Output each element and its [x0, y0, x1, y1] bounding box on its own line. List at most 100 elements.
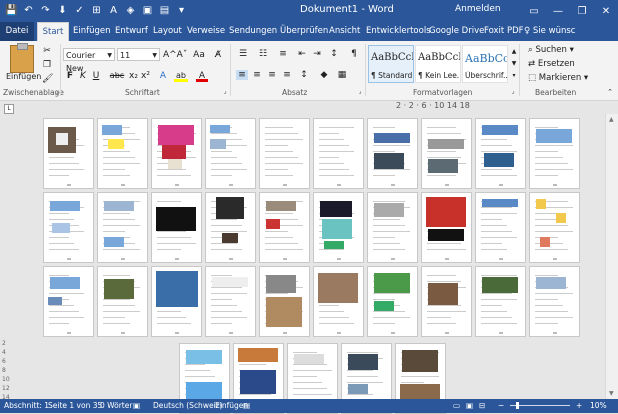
maximize-button[interactable]: ❐: [570, 0, 594, 22]
style-no-spacing[interactable]: AaBbCcD ¶ Kein Lee...: [415, 45, 461, 83]
show-formatting-icon[interactable]: ¶: [348, 49, 360, 59]
page-thumbnail[interactable]: [259, 266, 310, 337]
copy-icon[interactable]: ❐: [42, 60, 52, 70]
styles-launcher-icon[interactable]: ⌟: [508, 87, 518, 97]
page-thumbnail[interactable]: [367, 118, 418, 189]
page-thumbnail[interactable]: [205, 266, 256, 337]
superscript-button[interactable]: x²: [140, 70, 151, 82]
insert-icon[interactable]: ⊞: [89, 3, 104, 18]
page-thumbnail[interactable]: [151, 118, 202, 189]
page-thumbnail[interactable]: [43, 118, 94, 189]
align-left-icon[interactable]: ≡: [236, 70, 248, 80]
replace-button[interactable]: ⇄ Ersetzen: [528, 59, 575, 69]
page-thumbnail[interactable]: [97, 192, 148, 263]
font-size-combo[interactable]: 11 ▼: [117, 48, 160, 61]
vertical-scrollbar[interactable]: ▲ ▼: [605, 114, 618, 399]
italic-button[interactable]: K: [78, 70, 88, 82]
tab-view[interactable]: Ansicht: [329, 22, 360, 41]
page-thumbnail[interactable]: [259, 118, 310, 189]
page-thumbnail[interactable]: [421, 266, 472, 337]
zoom-level[interactable]: 10%: [590, 399, 607, 413]
web-layout-icon[interactable]: ⊟: [479, 399, 485, 413]
customize-qat-icon[interactable]: ▾: [174, 3, 189, 18]
decrease-indent-icon[interactable]: ⇤: [296, 49, 308, 59]
numbering-icon[interactable]: ☷: [256, 49, 270, 59]
clear-format-button[interactable]: A̸: [212, 49, 224, 61]
proofing-icon[interactable]: ▣: [133, 399, 140, 413]
close-button[interactable]: ✕: [594, 0, 618, 22]
page-thumbnail[interactable]: [151, 192, 202, 263]
collapse-ribbon-icon[interactable]: ⌃: [605, 87, 615, 97]
tell-me-search[interactable]: ♀ Sie wünsc: [524, 22, 575, 41]
image-icon[interactable]: ▣: [140, 3, 155, 18]
strikethrough-button[interactable]: abc: [108, 70, 126, 82]
tab-insert[interactable]: Einfügen: [73, 22, 111, 41]
page-thumbnail[interactable]: [367, 266, 418, 337]
bullets-icon[interactable]: ☰: [236, 49, 250, 59]
status-section[interactable]: Abschnitt: 1: [4, 399, 49, 413]
find-button[interactable]: ⌕ Suchen ▾: [528, 45, 574, 55]
tab-start[interactable]: Start: [37, 22, 69, 42]
zoom-slider[interactable]: [510, 402, 570, 409]
page-thumbnail[interactable]: [313, 118, 364, 189]
tab-design[interactable]: Entwurf: [115, 22, 148, 41]
paint-icon[interactable]: ◈: [123, 3, 138, 18]
multilevel-list-icon[interactable]: ≡: [276, 49, 290, 59]
borders-icon[interactable]: ▦: [336, 70, 348, 80]
tab-mailings[interactable]: Sendungen: [229, 22, 277, 41]
change-case-button[interactable]: Aa: [192, 49, 206, 61]
line-spacing-icon[interactable]: ↕: [298, 70, 310, 80]
page-thumbnail[interactable]: [367, 192, 418, 263]
zoom-slider-thumb[interactable]: [516, 402, 519, 409]
styles-scroll-down-icon[interactable]: ▼: [509, 59, 519, 69]
page-thumbnail[interactable]: [97, 266, 148, 337]
tab-layout[interactable]: Layout: [153, 22, 182, 41]
style-standard[interactable]: AaBbCcD ¶ Standard: [368, 45, 414, 83]
scroll-up-icon[interactable]: ▲: [609, 116, 614, 123]
spelling-icon[interactable]: ✓: [72, 3, 87, 18]
shrink-font-button[interactable]: Aˇ: [176, 49, 188, 61]
font-name-combo[interactable]: Courier New ▼: [63, 48, 115, 73]
style-heading[interactable]: AaBbCc Überschrif...: [462, 45, 508, 83]
tab-developer[interactable]: Entwicklertools: [366, 22, 431, 41]
ribbon-display-icon[interactable]: ▭: [522, 0, 546, 22]
save-icon[interactable]: 💾: [4, 3, 19, 18]
tab-file[interactable]: Datei: [0, 22, 34, 41]
bold-button[interactable]: F: [65, 70, 75, 82]
tab-foxit-pdf[interactable]: Foxit PDF: [484, 22, 524, 41]
print-layout-icon[interactable]: ▣: [466, 399, 473, 413]
align-center-icon[interactable]: ≡: [251, 70, 263, 80]
text-effects-button[interactable]: A: [157, 70, 169, 82]
sign-in-link[interactable]: Anmelden: [455, 4, 501, 14]
page-thumbnail[interactable]: [421, 192, 472, 263]
cut-icon[interactable]: ✂: [42, 46, 52, 56]
page-thumbnail[interactable]: [475, 192, 526, 263]
shading-icon[interactable]: ◆: [318, 70, 330, 80]
page-thumbnail[interactable]: [43, 192, 94, 263]
font-color-icon[interactable]: A: [106, 3, 121, 18]
redo-icon[interactable]: ↷: [38, 3, 53, 18]
minimize-button[interactable]: —: [546, 0, 570, 22]
paragraph-launcher-icon[interactable]: ⌟: [355, 87, 365, 97]
page-thumbnail[interactable]: [205, 192, 256, 263]
scroll-down-icon[interactable]: ▼: [609, 390, 614, 397]
page-thumbnail[interactable]: [313, 266, 364, 337]
justify-icon[interactable]: ≡: [281, 70, 293, 80]
format-painter-icon[interactable]: 🖌: [42, 74, 53, 84]
paste-button-label[interactable]: Einfügen: [6, 72, 41, 81]
page-thumbnail[interactable]: [421, 118, 472, 189]
page-thumbnail[interactable]: [475, 118, 526, 189]
status-language[interactable]: Deutsch (Schweiz): [153, 399, 223, 413]
zoom-out-icon[interactable]: −: [498, 399, 504, 413]
tab-review[interactable]: Überprüfen: [280, 22, 328, 41]
font-color-button[interactable]: A: [196, 70, 208, 82]
page-thumbnail[interactable]: [43, 266, 94, 337]
page-thumbnail[interactable]: [97, 118, 148, 189]
tab-references[interactable]: Verweise: [187, 22, 225, 41]
zoom-in-icon[interactable]: +: [576, 399, 582, 413]
undo-icon[interactable]: ↶: [21, 3, 36, 18]
tab-google-drive[interactable]: Google Drive: [429, 22, 484, 41]
select-button[interactable]: ⬚ Markieren ▾: [528, 73, 588, 83]
status-page[interactable]: Seite 1 von 35: [48, 399, 102, 413]
page-thumbnail[interactable]: [529, 266, 580, 337]
